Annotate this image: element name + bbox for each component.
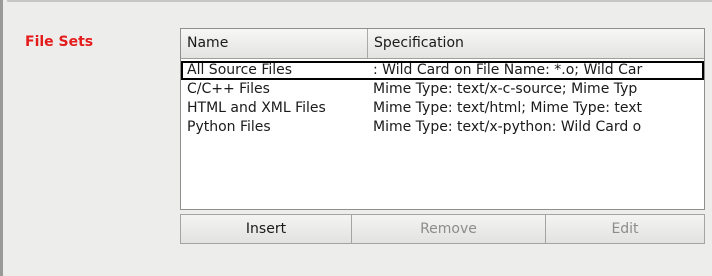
table-body: All Source Files : Wild Card on File Nam… (181, 61, 704, 137)
row-spec-cell: : Wild Card on File Name: *.o; Wild Car (373, 62, 643, 78)
row-name-cell: Python Files (187, 119, 271, 135)
table-header: Name Specification (181, 29, 704, 59)
table-row[interactable]: Python Files Mime Type: text/x-python: W… (181, 118, 704, 137)
table-row[interactable]: All Source Files : Wild Card on File Nam… (181, 61, 704, 80)
window-left-border (0, 0, 3, 276)
edit-button[interactable]: Edit (546, 214, 705, 244)
row-name-cell: C/C++ Files (187, 81, 270, 97)
row-spec-cell: Mime Type: text/html; Mime Type: text (373, 100, 643, 116)
panel-top-divider (7, 0, 712, 2)
table-button-bar: Insert Remove Edit (180, 214, 705, 244)
insert-button[interactable]: Insert (180, 214, 352, 244)
file-sets-label: File Sets (25, 34, 94, 50)
table-row[interactable]: C/C++ Files Mime Type: text/x-c-source; … (181, 80, 704, 99)
row-spec-cell: Mime Type: text/x-c-source; Mime Typ (373, 81, 638, 97)
column-header-name[interactable]: Name (181, 29, 368, 58)
row-name-cell: All Source Files (187, 62, 293, 78)
file-sets-table[interactable]: Name Specification All Source Files : Wi… (180, 28, 705, 210)
column-header-specification[interactable]: Specification (368, 29, 704, 58)
row-spec-cell: Mime Type: text/x-python: Wild Card o (373, 119, 642, 135)
table-row[interactable]: HTML and XML Files Mime Type: text/html;… (181, 99, 704, 118)
remove-button[interactable]: Remove (352, 214, 546, 244)
row-name-cell: HTML and XML Files (187, 100, 326, 116)
